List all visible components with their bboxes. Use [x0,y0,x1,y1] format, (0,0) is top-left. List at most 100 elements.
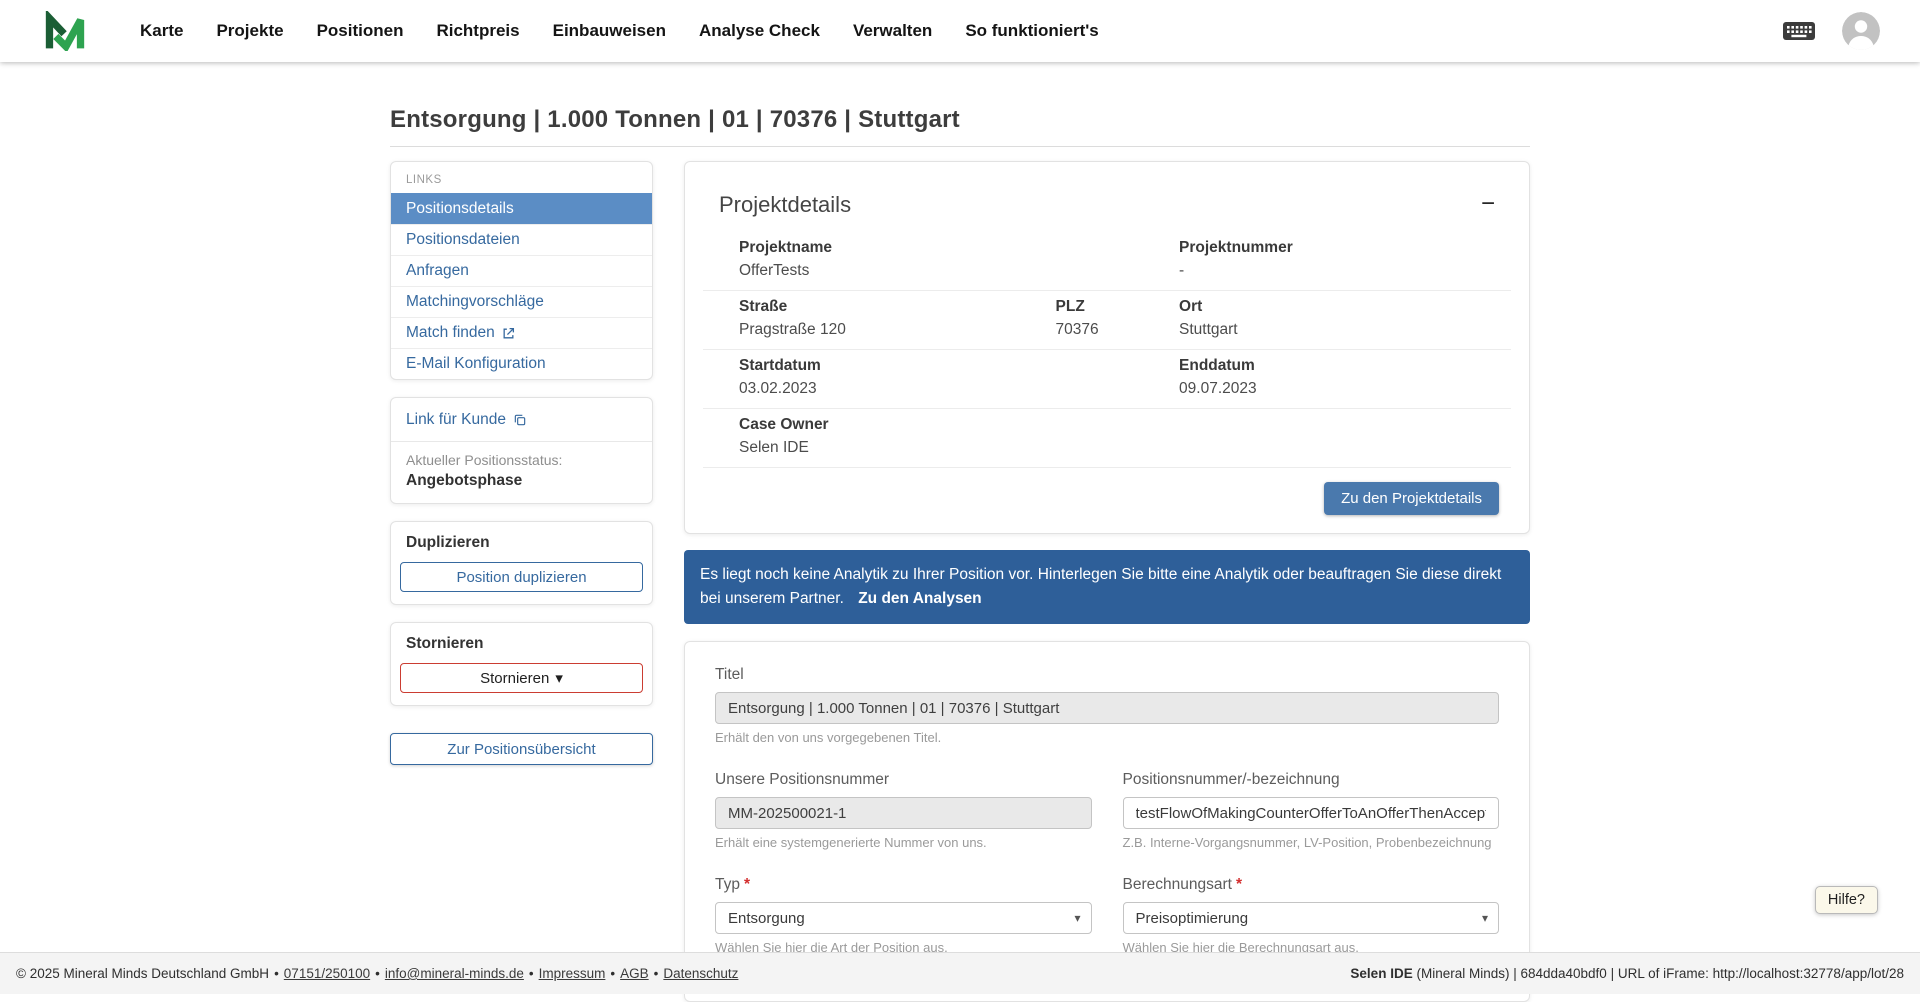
bezeichnung-input[interactable] [1123,797,1500,829]
title-divider [390,146,1530,147]
berechnungsart-select[interactable]: Preisoptimierung ▾ [1123,902,1500,934]
required-marker: * [1236,876,1242,893]
separator: • [654,966,659,981]
sidebar-item-email-konfiguration[interactable]: E-Mail Konfiguration [391,348,652,379]
navbar-right [1782,12,1880,50]
customer-link[interactable]: Link für Kunde [406,411,527,429]
footer-left: © 2025 Mineral Minds Deutschland GmbH • … [16,966,738,981]
duplicate-card: Duplizieren Position duplizieren [390,521,653,605]
field-value: - [1179,262,1511,280]
separator: • [274,966,279,981]
titel-input [715,692,1499,724]
footer-user: Selen IDE [1350,966,1412,981]
customer-link-label: Link für Kunde [406,411,506,429]
nav-item-verwalten[interactable]: Verwalten [853,21,932,41]
nav-item-so-funktionierts[interactable]: So funktioniert's [965,21,1098,41]
sidebar-item-label: Match finden [406,324,495,342]
berechnungsart-label: Berechnungsart* [1123,876,1500,894]
separator: • [529,966,534,981]
page-title: Entsorgung | 1.000 Tonnen | 01 | 70376 |… [390,106,1530,134]
sidebar-item-anfragen[interactable]: Anfragen [391,255,652,286]
sidebar-item-label: Anfragen [406,262,469,280]
field-value: Selen IDE [739,439,1056,457]
project-row: Case Owner Selen IDE [703,409,1511,468]
copyright-text: © 2025 Mineral Minds Deutschland GmbH [16,966,269,981]
field-label: Ort [1179,298,1511,316]
impressum-link[interactable]: Impressum [539,966,606,981]
top-navbar: Karte Projekte Positionen Richtpreis Ein… [0,0,1920,62]
page-content: Entsorgung | 1.000 Tonnen | 01 | 70376 |… [390,62,1530,1002]
duplicate-position-button[interactable]: Position duplizieren [400,562,643,592]
main-nav: Karte Projekte Positionen Richtpreis Ein… [140,21,1099,41]
berechnungsart-select-value: Preisoptimierung [1136,910,1249,927]
nav-item-projekte[interactable]: Projekte [216,21,283,41]
field-value: 09.07.2023 [1179,380,1511,398]
positionsnummer-input [715,797,1092,829]
bezeichnung-helper: Z.B. Interne-Vorgangsnummer, LV-Position… [1123,835,1500,850]
external-link-icon [502,327,515,340]
main-column: Projektdetails − Projektname OfferTests … [684,161,1530,1002]
nav-item-einbauweisen[interactable]: Einbauweisen [553,21,666,41]
field-value: OfferTests [739,262,1056,280]
typ-select[interactable]: Entsorgung ▾ [715,902,1092,934]
sidebar-links-card: LINKS Positionsdetails Positionsdateien … [390,161,653,380]
titel-helper: Erhält den von uns vorgegebenen Titel. [715,730,1499,745]
mineral-minds-logo[interactable] [44,11,86,51]
project-details-button[interactable]: Zu den Projektdetails [1324,482,1499,515]
position-form-card: Titel Erhält den von uns vorgegebenen Ti… [684,641,1530,1002]
separator: • [610,966,615,981]
chevron-down-icon: ▾ [1074,911,1080,925]
duplicate-header: Duplizieren [406,534,637,552]
field-label: Enddatum [1179,357,1511,375]
cancel-card: Stornieren Stornieren ▾ [390,622,653,706]
typ-label: Typ* [715,876,1092,894]
cancel-button-label: Stornieren [480,670,549,687]
nav-item-analyse-check[interactable]: Analyse Check [699,21,820,41]
email-link[interactable]: info@mineral-minds.de [385,966,524,981]
agb-link[interactable]: AGB [620,966,649,981]
project-details-title: Projektdetails [719,192,851,218]
position-overview-button[interactable]: Zur Positionsübersicht [390,733,653,765]
help-button[interactable]: Hilfe? [1815,886,1878,914]
chevron-down-icon: ▾ [555,669,563,687]
footer: © 2025 Mineral Minds Deutschland GmbH • … [0,952,1920,994]
sidebar-item-matchingvorschlaege[interactable]: Matchingvorschläge [391,286,652,317]
field-value: Stuttgart [1179,321,1511,339]
sidebar-item-match-finden[interactable]: Match finden [391,317,652,348]
card-divider [391,441,652,442]
positionsnummer-helper: Erhält eine systemgenerierte Nummer von … [715,835,1092,850]
field-label: Projektnummer [1179,239,1511,257]
collapse-button[interactable]: − [1477,192,1499,216]
field-value: 70376 [1056,321,1180,339]
datenschutz-link[interactable]: Datenschutz [663,966,738,981]
nav-item-positionen[interactable]: Positionen [317,21,404,41]
m-logo-icon [44,11,86,51]
cancel-button[interactable]: Stornieren ▾ [400,663,643,693]
separator: • [375,966,380,981]
nav-item-richtpreis[interactable]: Richtpreis [436,21,519,41]
chevron-down-icon: ▾ [1482,911,1488,925]
sidebar-item-label: E-Mail Konfiguration [406,355,546,373]
analyses-link[interactable]: Zu den Analysen [858,590,981,607]
footer-session-details: (Mineral Minds) | 684dda40bdf0 | URL of … [1413,966,1904,981]
status-badge: Angebotsphase [406,472,637,490]
field-value: 03.02.2023 [739,380,1056,398]
nav-item-karte[interactable]: Karte [140,21,183,41]
phone-link[interactable]: 07151/250100 [284,966,370,981]
copy-icon [513,413,527,427]
bezeichnung-label: Positionsnummer/-bezeichnung [1123,771,1500,789]
project-row: Startdatum 03.02.2023 Enddatum 09.07.202… [703,350,1511,409]
keyboard-icon[interactable] [1782,19,1816,43]
status-label: Aktueller Positionsstatus: [406,452,637,468]
project-row: Straße Pragstraße 120 PLZ 70376 Ort Stut… [703,291,1511,350]
field-label: Case Owner [739,416,1056,434]
field-label: Projektname [739,239,1056,257]
sidebar-item-label: Matchingvorschläge [406,293,544,311]
sidebar-item-label: Positionsdateien [406,231,520,249]
avatar[interactable] [1842,12,1880,50]
left-sidebar: LINKS Positionsdetails Positionsdateien … [390,161,653,765]
sidebar-item-positionsdetails[interactable]: Positionsdetails [391,193,652,224]
sidebar-item-positionsdateien[interactable]: Positionsdateien [391,224,652,255]
position-status-card: Link für Kunde Aktueller Positionsstatus… [390,397,653,504]
field-label: PLZ [1056,298,1180,316]
